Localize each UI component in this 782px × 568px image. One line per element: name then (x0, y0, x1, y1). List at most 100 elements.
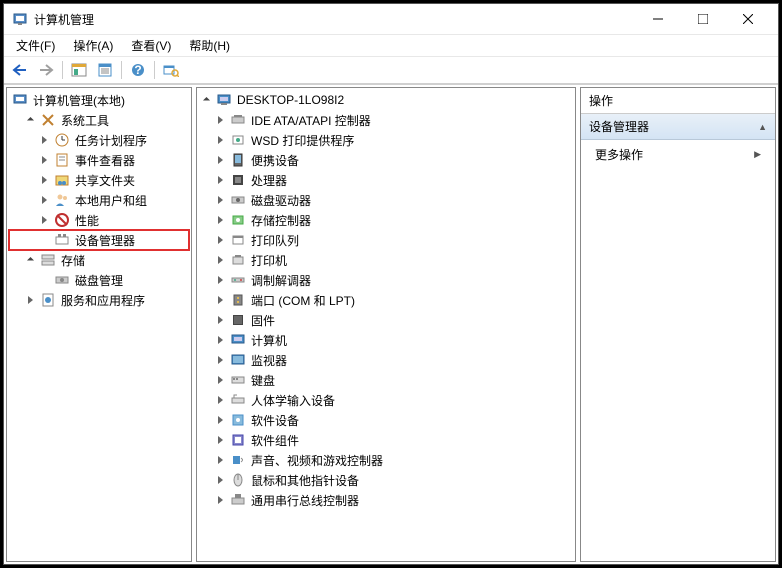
expand-icon[interactable] (213, 113, 227, 127)
expand-icon[interactable] (213, 353, 227, 367)
device-category[interactable]: 软件组件 (199, 430, 573, 450)
device-category-icon (230, 372, 246, 388)
tree-label: 存储控制器 (249, 211, 313, 230)
device-category[interactable]: 声音、视频和游戏控制器 (199, 450, 573, 470)
collapse-icon[interactable] (199, 93, 213, 107)
expand-icon[interactable] (213, 373, 227, 387)
device-category-icon (230, 352, 246, 368)
tree-local-users[interactable]: 本地用户和组 (9, 190, 189, 210)
tree-shared-folders[interactable]: 共享文件夹 (9, 170, 189, 190)
expand-icon[interactable] (213, 293, 227, 307)
collapse-icon[interactable] (23, 113, 37, 127)
window-title: 计算机管理 (34, 11, 635, 28)
device-category[interactable]: 通用串行总线控制器 (199, 490, 573, 510)
expand-icon[interactable] (213, 213, 227, 227)
expand-icon[interactable] (37, 153, 51, 167)
tools-icon (40, 112, 56, 128)
more-actions-item[interactable]: 更多操作 ▶ (581, 140, 775, 169)
device-category[interactable]: 监视器 (199, 350, 573, 370)
device-category[interactable]: 软件设备 (199, 410, 573, 430)
menu-file[interactable]: 文件(F) (8, 35, 63, 56)
device-category[interactable]: 计算机 (199, 330, 573, 350)
device-category[interactable]: 磁盘驱动器 (199, 190, 573, 210)
scan-hardware-button[interactable] (159, 59, 183, 81)
tree-device-manager[interactable]: 设备管理器 (9, 230, 189, 250)
device-category-icon (230, 232, 246, 248)
expand-icon[interactable] (23, 293, 37, 307)
menu-view[interactable]: 查看(V) (123, 35, 179, 56)
help-button[interactable]: ? (126, 59, 150, 81)
device-category[interactable]: IDE ATA/ATAPI 控制器 (199, 110, 573, 130)
expand-icon[interactable] (213, 173, 227, 187)
storage-icon (40, 252, 56, 268)
tree-label: 任务计划程序 (73, 131, 149, 150)
tree-root[interactable]: 计算机管理(本地) (9, 90, 189, 110)
device-category-icon (230, 392, 246, 408)
device-category[interactable]: 固件 (199, 310, 573, 330)
device-manager-icon (54, 232, 70, 248)
tree-systools[interactable]: 系统工具 (9, 110, 189, 130)
expand-icon[interactable] (37, 133, 51, 147)
collapse-icon[interactable] (23, 253, 37, 267)
device-category-icon (230, 152, 246, 168)
expand-icon[interactable] (213, 273, 227, 287)
expand-icon[interactable] (213, 433, 227, 447)
expand-icon[interactable] (213, 233, 227, 247)
expand-icon[interactable] (213, 153, 227, 167)
svg-text:?: ? (134, 63, 141, 77)
expand-icon[interactable] (37, 193, 51, 207)
device-category-icon (230, 132, 246, 148)
expand-icon[interactable] (213, 473, 227, 487)
tree-performance[interactable]: 性能 (9, 210, 189, 230)
device-category[interactable]: 打印队列 (199, 230, 573, 250)
device-category-icon (230, 472, 246, 488)
expand-icon[interactable] (213, 413, 227, 427)
device-category-icon (230, 432, 246, 448)
computer-icon (216, 92, 232, 108)
expand-icon[interactable] (213, 453, 227, 467)
expand-icon[interactable] (213, 333, 227, 347)
tree-services-apps[interactable]: 服务和应用程序 (9, 290, 189, 310)
expand-icon[interactable] (213, 313, 227, 327)
tree-event-viewer[interactable]: 事件查看器 (9, 150, 189, 170)
expand-icon[interactable] (213, 253, 227, 267)
device-category[interactable]: 便携设备 (199, 150, 573, 170)
device-category[interactable]: 处理器 (199, 170, 573, 190)
actions-section[interactable]: 设备管理器 ▲ (581, 114, 775, 140)
show-hide-tree-button[interactable] (67, 59, 91, 81)
device-tree-pane[interactable]: DESKTOP-1LO98I2 IDE ATA/ATAPI 控制器WSD 打印提… (196, 87, 576, 562)
device-category-icon (230, 272, 246, 288)
expand-icon[interactable] (213, 393, 227, 407)
device-category[interactable]: 键盘 (199, 370, 573, 390)
expand-icon[interactable] (37, 213, 51, 227)
tree-label: 打印机 (249, 251, 289, 270)
menu-action[interactable]: 操作(A) (65, 35, 121, 56)
device-root[interactable]: DESKTOP-1LO98I2 (199, 90, 573, 110)
console-tree-pane[interactable]: 计算机管理(本地) 系统工具 任务计划程序 事件查看器 共享文件夹 (6, 87, 192, 562)
device-category[interactable]: 鼠标和其他指针设备 (199, 470, 573, 490)
expand-icon[interactable] (213, 193, 227, 207)
minimize-button[interactable] (635, 5, 680, 33)
toolbar: ? (4, 56, 778, 84)
device-category[interactable]: 打印机 (199, 250, 573, 270)
menu-help[interactable]: 帮助(H) (181, 35, 238, 56)
expand-icon[interactable] (213, 493, 227, 507)
properties-button[interactable] (93, 59, 117, 81)
actions-header: 操作 (581, 88, 775, 114)
device-category[interactable]: 人体学输入设备 (199, 390, 573, 410)
forward-button[interactable] (34, 59, 58, 81)
device-category[interactable]: 调制解调器 (199, 270, 573, 290)
device-category[interactable]: WSD 打印提供程序 (199, 130, 573, 150)
expand-icon[interactable] (213, 133, 227, 147)
back-button[interactable] (8, 59, 32, 81)
maximize-button[interactable] (680, 5, 725, 33)
tree-label: 鼠标和其他指针设备 (249, 471, 361, 490)
expand-icon[interactable] (37, 173, 51, 187)
tree-task-scheduler[interactable]: 任务计划程序 (9, 130, 189, 150)
device-category[interactable]: 存储控制器 (199, 210, 573, 230)
device-category[interactable]: 端口 (COM 和 LPT) (199, 290, 573, 310)
tree-disk-management[interactable]: 磁盘管理 (9, 270, 189, 290)
close-button[interactable] (725, 5, 770, 33)
tree-label: 调制解调器 (249, 271, 313, 290)
tree-storage[interactable]: 存储 (9, 250, 189, 270)
